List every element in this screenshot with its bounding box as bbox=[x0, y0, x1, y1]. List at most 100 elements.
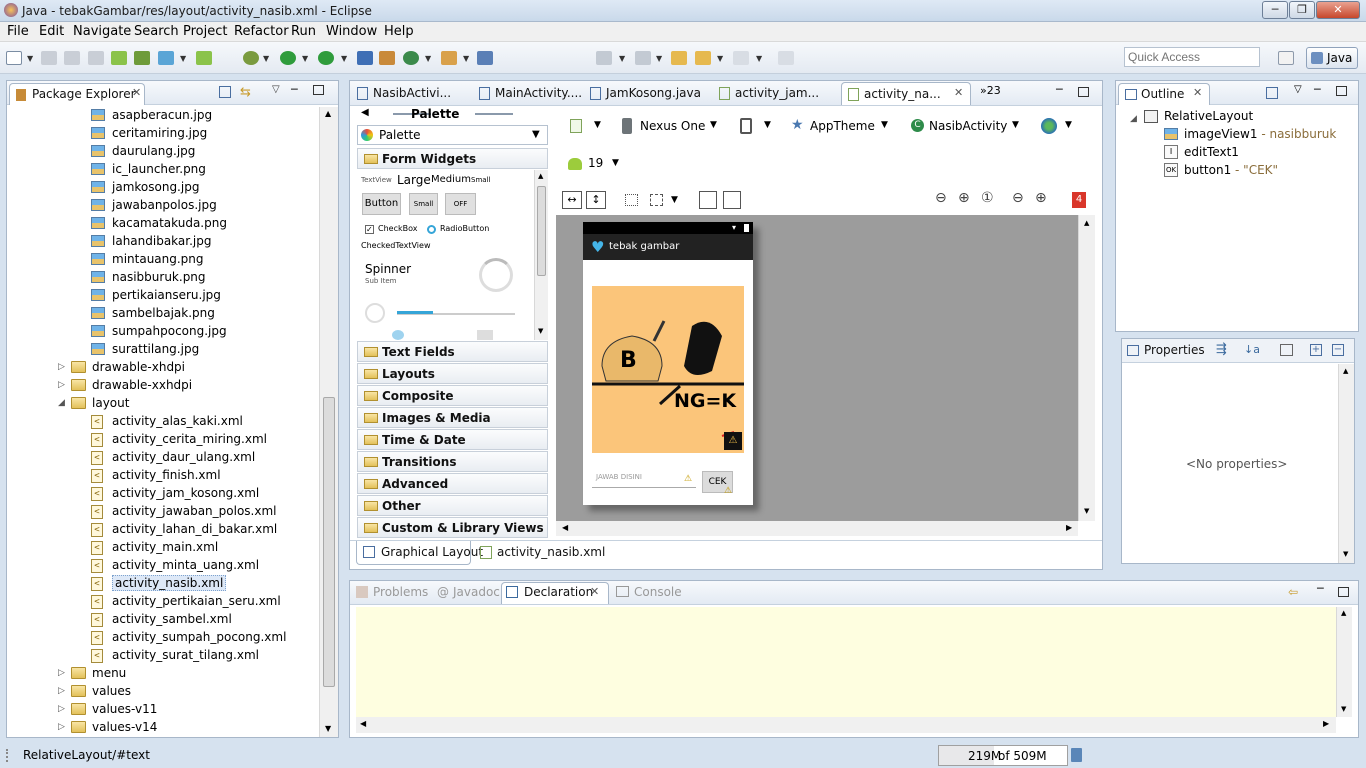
answer-input[interactable]: JAWAB DISINI ⚠ bbox=[592, 470, 696, 488]
open-input-icon[interactable]: ⇦ bbox=[1288, 585, 1298, 599]
avd-icon[interactable] bbox=[134, 51, 150, 65]
open-perspective-button-icon[interactable] bbox=[1278, 51, 1294, 65]
properties-filter-icon[interactable]: ⇶ bbox=[1216, 342, 1227, 357]
locale-globe-icon[interactable] bbox=[1041, 118, 1057, 134]
tree-file-asapberacun-jpg[interactable]: asapberacun.jpg bbox=[112, 108, 212, 122]
tree-file-activity_finish-xml[interactable]: activity_finish.xml bbox=[112, 468, 221, 482]
device-select[interactable]: Nexus One bbox=[640, 119, 705, 133]
activity-select[interactable]: NasibActivity bbox=[929, 119, 1007, 133]
tab-package-explorer[interactable]: Package Explorer ✕ bbox=[9, 83, 145, 105]
menu-window[interactable]: Window bbox=[326, 24, 377, 39]
decl-scroll-left-icon[interactable]: ◀ bbox=[360, 719, 366, 728]
scroll-up-icon[interactable]: ▲ bbox=[325, 109, 331, 118]
prev-annotation-icon[interactable] bbox=[635, 51, 651, 65]
preview-toggle[interactable]: OFF bbox=[445, 193, 476, 215]
palette-section-images-media[interactable]: Images & Media bbox=[357, 407, 548, 428]
chevron-down-icon[interactable]: ▼ bbox=[710, 120, 717, 130]
editor-minimize-icon[interactable]: ─ bbox=[1056, 83, 1063, 96]
tab-graphical-layout[interactable]: Graphical Layout bbox=[356, 541, 483, 565]
tab-xml-source[interactable]: activity_nasib.xml bbox=[497, 545, 605, 559]
preview-large[interactable]: Large bbox=[397, 173, 431, 187]
editor-tab-0[interactable]: NasibActivi... bbox=[351, 82, 473, 105]
palette-section-other[interactable]: Other bbox=[357, 495, 548, 516]
palette-section-time-date[interactable]: Time & Date bbox=[357, 429, 548, 450]
search-icon[interactable] bbox=[441, 51, 457, 65]
tree-file-jamkosong-jpg[interactable]: jamkosong.jpg bbox=[112, 180, 199, 194]
seek-bar[interactable] bbox=[397, 311, 433, 314]
expanded-arrow-icon[interactable]: ◢ bbox=[58, 398, 65, 408]
editor-tab-3[interactable]: activity_jam... bbox=[713, 82, 841, 105]
tree-file-ic_launcher-png[interactable]: ic_launcher.png bbox=[112, 162, 206, 176]
close-icon[interactable]: ✕ bbox=[590, 585, 599, 598]
minimize-view-icon[interactable]: ─ bbox=[291, 83, 298, 96]
puzzle-image[interactable]: B NG=K ⚠ bbox=[592, 286, 744, 453]
chevron-down-icon[interactable]: ▼ bbox=[612, 158, 619, 168]
new-package-icon[interactable] bbox=[379, 51, 395, 65]
quick-access-input[interactable] bbox=[1124, 47, 1260, 67]
skip-breakpoints-icon[interactable] bbox=[357, 51, 373, 65]
close-button[interactable]: ✕ bbox=[1316, 1, 1360, 19]
preview-small-button[interactable]: Small bbox=[409, 193, 438, 215]
show-margins-icon[interactable] bbox=[625, 194, 638, 206]
preview-checkbox[interactable]: CheckBox bbox=[378, 224, 417, 233]
heap-status[interactable]: 219M of 509M bbox=[938, 745, 1068, 766]
tree-file-activity_jawaban_polos-xml[interactable]: activity_jawaban_polos.xml bbox=[112, 504, 277, 518]
last-edit-icon[interactable] bbox=[671, 51, 687, 65]
outline-item-edittext1[interactable]: editText1 bbox=[1184, 145, 1239, 159]
new-icon[interactable] bbox=[6, 51, 22, 65]
seek-thumb-icon[interactable] bbox=[392, 330, 404, 340]
tree-folder-values-v11[interactable]: values-v11 bbox=[92, 702, 157, 716]
debug-icon[interactable] bbox=[243, 51, 259, 65]
tab-declaration[interactable]: Declaration bbox=[524, 585, 593, 599]
tab-outline[interactable]: Outline ✕ bbox=[1118, 83, 1210, 105]
fit-height-icon[interactable]: ↕ bbox=[586, 191, 606, 209]
lint-icon[interactable] bbox=[158, 51, 174, 65]
declaration-vscroll[interactable]: ▲ ▼ bbox=[1336, 607, 1352, 717]
tab-javadoc[interactable]: Javadoc bbox=[453, 585, 500, 599]
java-perspective-button[interactable]: Java bbox=[1306, 47, 1358, 69]
expanded-arrow-icon[interactable]: ◢ bbox=[1130, 114, 1137, 124]
chevron-down-icon[interactable]: ▼ bbox=[671, 195, 678, 205]
palette-section-layouts[interactable]: Layouts bbox=[357, 363, 548, 384]
tree-file-daurulang-jpg[interactable]: daurulang.jpg bbox=[112, 144, 195, 158]
advanced-icon[interactable] bbox=[1280, 344, 1293, 356]
error-count-badge[interactable]: 4 bbox=[1072, 192, 1086, 208]
editor-maximize-icon[interactable] bbox=[1078, 87, 1089, 97]
tab-problems[interactable]: Problems bbox=[373, 585, 428, 599]
trash-icon[interactable] bbox=[1071, 748, 1082, 762]
palette-section-transitions[interactable]: Transitions bbox=[357, 451, 548, 472]
zoom-fit-icon[interactable]: ⊕ bbox=[958, 190, 970, 206]
tree-file-activity_pertikaian_seru-xml[interactable]: activity_pertikaian_seru.xml bbox=[112, 594, 281, 608]
zoom-out-icon[interactable]: ⊖ bbox=[1012, 190, 1024, 206]
save-icon[interactable] bbox=[41, 51, 57, 65]
tree-folder-values[interactable]: values bbox=[92, 684, 131, 698]
preview-textview[interactable]: TextView bbox=[361, 176, 392, 184]
new-android-icon[interactable] bbox=[196, 51, 212, 65]
next-annotation-icon[interactable] bbox=[596, 51, 612, 65]
preview-radio[interactable]: RadioButton bbox=[440, 224, 489, 233]
tree-file-activity_sumpah_pocong-xml[interactable]: activity_sumpah_pocong.xml bbox=[112, 630, 286, 644]
palette-scroll-thumb[interactable] bbox=[537, 186, 546, 276]
chevron-down-icon[interactable]: ▼ bbox=[881, 120, 888, 130]
new-class-icon[interactable] bbox=[403, 51, 419, 65]
zoom-100-icon[interactable]: ① bbox=[981, 190, 994, 206]
minimize-view-icon[interactable]: ─ bbox=[1317, 582, 1324, 595]
outline-item-button1[interactable]: button1 - "CEK" bbox=[1184, 163, 1278, 177]
properties-scroll-up-icon[interactable]: ▲ bbox=[1343, 367, 1348, 375]
zoom-real-icon[interactable]: ⊖ bbox=[935, 190, 947, 206]
chevron-down-icon[interactable]: ▼ bbox=[764, 120, 771, 130]
close-icon[interactable]: ✕ bbox=[954, 86, 963, 99]
decl-scroll-down-icon[interactable]: ▼ bbox=[1341, 705, 1346, 713]
tree-file-sumpahpocong-jpg[interactable]: sumpahpocong.jpg bbox=[112, 324, 227, 338]
tree-file-activity_cerita_miring-xml[interactable]: activity_cerita_miring.xml bbox=[112, 432, 267, 446]
back-icon[interactable] bbox=[695, 51, 711, 65]
menu-refactor[interactable]: Refactor bbox=[234, 24, 289, 39]
minimize-button[interactable]: ─ bbox=[1262, 1, 1288, 19]
scroll-down-icon[interactable]: ▼ bbox=[325, 724, 331, 733]
palette-section-text-fields[interactable]: Text Fields bbox=[357, 341, 548, 362]
canvas-scroll-up-icon[interactable]: ▲ bbox=[1084, 219, 1089, 227]
canvas-scroll-down-icon[interactable]: ▼ bbox=[1084, 507, 1089, 515]
print-icon[interactable] bbox=[88, 51, 104, 65]
tree-file-activity_sambel-xml[interactable]: activity_sambel.xml bbox=[112, 612, 232, 626]
collapse-all-icon[interactable] bbox=[219, 86, 231, 98]
